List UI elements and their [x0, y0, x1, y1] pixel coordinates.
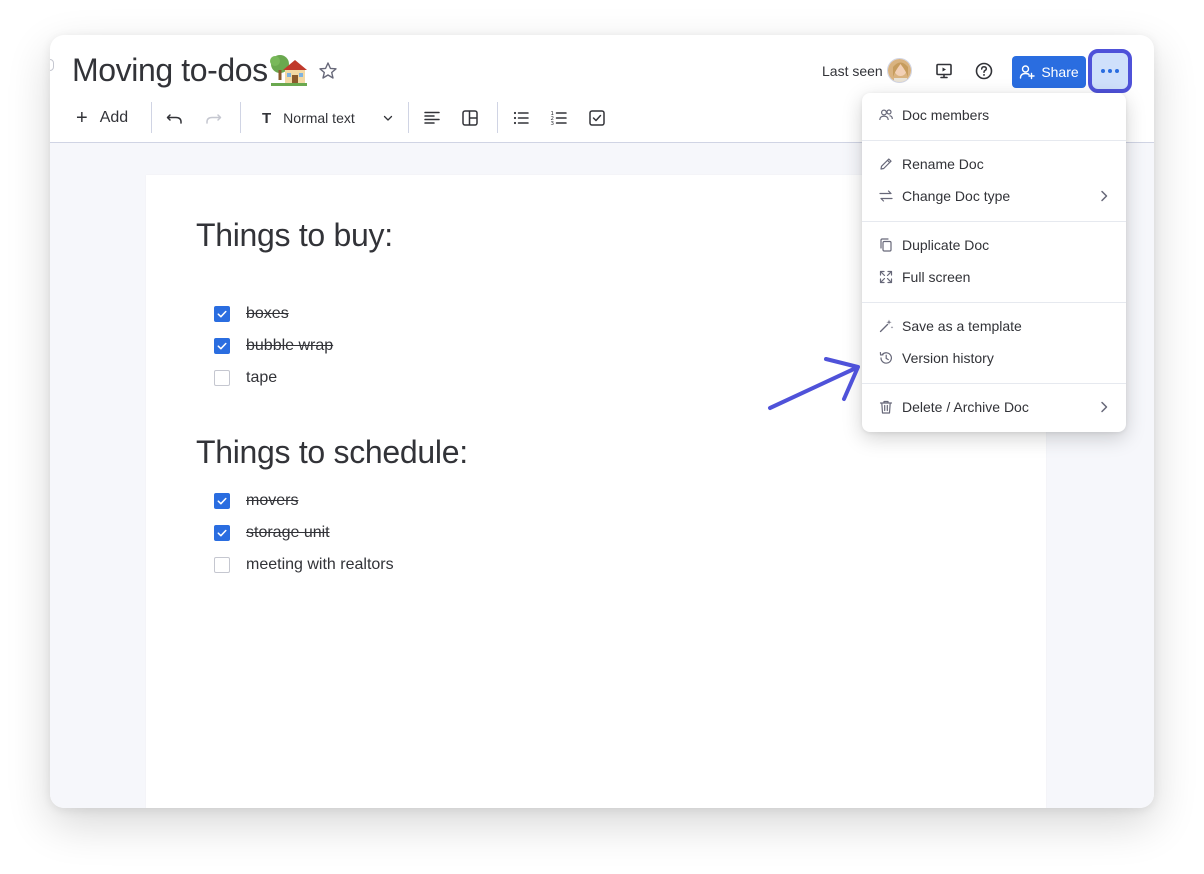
checklist-item-text[interactable]: meeting with realtors: [246, 556, 394, 574]
checkmark-icon: [217, 310, 227, 318]
add-label: Add: [99, 109, 129, 126]
checkmark-icon: [217, 342, 227, 350]
menu-item-full-screen[interactable]: Full screen: [862, 261, 1126, 293]
checkbox-unchecked[interactable]: [214, 557, 230, 573]
layout-icon[interactable]: [459, 105, 481, 131]
avatar[interactable]: [887, 58, 912, 83]
menu-item-delete-archive-doc[interactable]: Delete / Archive Doc: [862, 391, 1126, 423]
menu-item-doc-members[interactable]: Doc members: [862, 99, 1126, 131]
checklist-item[interactable]: bubble wrap: [214, 334, 333, 358]
align-left-icon[interactable]: [421, 105, 443, 131]
trash-icon: [879, 400, 893, 414]
chevron-right-icon: [1101, 190, 1108, 202]
checklist-item[interactable]: boxes: [214, 302, 289, 326]
annotation-arrow-icon: [768, 357, 860, 410]
star-icon[interactable]: [318, 61, 338, 81]
fullscreen-icon: [879, 270, 893, 284]
menu-item-change-doc-type[interactable]: Change Doc type: [862, 180, 1126, 212]
menu-divider: [862, 302, 1126, 303]
menu-item-label: Save as a template: [902, 318, 1022, 334]
chevron-down-icon: [383, 115, 392, 121]
menu-item-label: Rename Doc: [902, 156, 984, 172]
text-style-icon: T: [262, 109, 272, 127]
section-heading[interactable]: Things to schedule:: [196, 434, 468, 471]
checkbox-checked[interactable]: [214, 306, 230, 322]
chevron-right-icon: [1101, 401, 1108, 413]
text-style-dropdown[interactable]: T Normal text: [262, 105, 395, 131]
menu-item-label: Full screen: [902, 269, 971, 285]
menu-item-label: Change Doc type: [902, 188, 1011, 204]
history-icon: [879, 352, 892, 364]
add-person-icon: [1020, 65, 1036, 80]
checklist-item-text[interactable]: tape: [246, 369, 277, 387]
menu-divider: [862, 383, 1126, 384]
menu-item-rename-doc[interactable]: Rename Doc: [862, 148, 1126, 180]
checklist-item[interactable]: movers: [214, 489, 298, 513]
window-edge-handle: [50, 59, 54, 71]
checklist-item-text[interactable]: boxes: [246, 305, 289, 323]
plus-icon: +: [76, 107, 88, 129]
checklist-item-text[interactable]: bubble wrap: [246, 337, 333, 355]
share-label: Share: [1041, 64, 1079, 80]
section-heading[interactable]: Things to buy:: [196, 217, 393, 254]
checklist-item[interactable]: meeting with realtors: [214, 553, 394, 577]
magic-wand-icon: [879, 319, 894, 333]
checklist-icon[interactable]: [586, 105, 608, 131]
more-options-button[interactable]: [1088, 49, 1132, 93]
help-icon[interactable]: [974, 61, 994, 81]
checklist-item-text[interactable]: storage unit: [246, 524, 330, 542]
menu-item-version-history[interactable]: Version history: [862, 342, 1126, 374]
numbered-list-icon[interactable]: 1 2 3: [548, 105, 570, 131]
checklist-item[interactable]: storage unit: [214, 521, 330, 545]
menu-divider: [862, 221, 1126, 222]
toolbar-divider: [408, 102, 409, 133]
swap-icon: [879, 190, 893, 202]
redo-icon[interactable]: [202, 105, 224, 131]
menu-item-duplicate-doc[interactable]: Duplicate Doc: [862, 229, 1126, 261]
menu-divider: [862, 140, 1126, 141]
checklist-item-text[interactable]: movers: [246, 492, 298, 510]
add-button[interactable]: + Add: [76, 105, 128, 131]
house-with-tree-icon: [270, 55, 307, 86]
checkbox-checked[interactable]: [214, 525, 230, 541]
share-button[interactable]: Share: [1012, 56, 1086, 88]
more-options-menu: Doc members Rename Doc Change Doc type D…: [862, 93, 1126, 432]
present-icon[interactable]: [934, 61, 954, 81]
toolbar-divider: [240, 102, 241, 133]
doc-title[interactable]: Moving to-dos: [72, 52, 268, 89]
bulleted-list-icon[interactable]: [510, 105, 532, 131]
toolbar-divider: [497, 102, 498, 133]
undo-icon[interactable]: [164, 105, 186, 131]
checkmark-icon: [217, 529, 227, 537]
checklist-item[interactable]: tape: [214, 366, 277, 390]
checkbox-checked[interactable]: [214, 338, 230, 354]
text-style-label: Normal text: [283, 110, 355, 126]
menu-item-label: Delete / Archive Doc: [902, 399, 1029, 415]
menu-item-label: Doc members: [902, 107, 990, 123]
menu-item-label: Version history: [902, 350, 994, 366]
checkbox-checked[interactable]: [214, 493, 230, 509]
menu-item-save-as-template[interactable]: Save as a template: [862, 310, 1126, 342]
svg-text:3: 3: [551, 121, 555, 127]
pencil-icon: [880, 158, 892, 170]
checkmark-icon: [217, 497, 227, 505]
members-icon: [879, 109, 893, 121]
checkbox-unchecked[interactable]: [214, 370, 230, 386]
toolbar-divider: [151, 102, 152, 133]
last-seen-label: Last seen: [822, 63, 883, 79]
more-dots-icon: [1101, 69, 1119, 73]
menu-item-label: Duplicate Doc: [902, 237, 990, 253]
duplicate-icon: [880, 238, 892, 252]
